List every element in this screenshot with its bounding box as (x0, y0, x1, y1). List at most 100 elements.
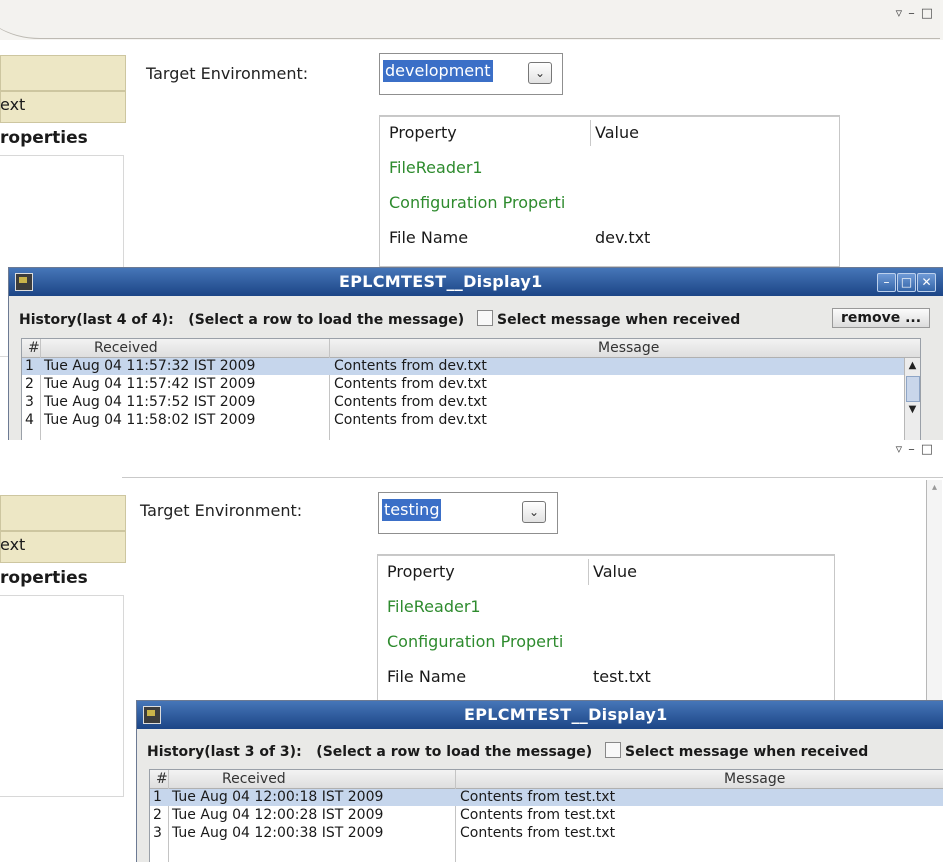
row-received: Tue Aug 04 11:57:52 IST 2009 (44, 394, 256, 410)
row-number: 2 (25, 376, 34, 392)
chevron-down-icon[interactable]: ⌄ (528, 62, 552, 84)
display-window: EPLCMTEST__Display1 – □ ✕ History(last 4… (8, 267, 943, 440)
app-icon (143, 706, 161, 724)
panel-development: ▿–□ ext roperties Target Environment: de… (0, 0, 943, 440)
history-hint: (Select a row to load the message) (188, 312, 465, 328)
target-environment-value: development (383, 60, 493, 82)
header-number: # (28, 340, 40, 356)
minimize-icon[interactable]: – (908, 6, 921, 21)
column-divider (588, 559, 589, 585)
row-received: Tue Aug 04 12:00:38 IST 2009 (172, 825, 384, 841)
history-label: History(last 3 of 3): (147, 744, 302, 760)
window-title: EPLCMTEST__Display1 (464, 705, 668, 724)
minimize-icon[interactable]: – (908, 442, 921, 457)
property-table: Property Value FileReader1 Configuration… (379, 115, 840, 267)
nav-item-text: ext (0, 535, 26, 554)
table-row[interactable]: 1 Tue Aug 04 12:00:18 IST 2009 Contents … (150, 789, 943, 806)
message-table: # Received Message 1 Tue Aug 04 11:57:32… (21, 338, 921, 440)
select-when-received-checkbox[interactable] (477, 310, 494, 326)
row-message: Contents from dev.txt (334, 412, 487, 428)
chevron-down-icon[interactable]: ⌄ (522, 501, 546, 523)
table-row[interactable]: 1 Tue Aug 04 11:57:32 IST 2009 Contents … (22, 358, 920, 375)
divider (122, 477, 943, 478)
message-table: # Received Message 1 Tue Aug 04 12:00:18… (149, 769, 943, 862)
property-cell: File Name (389, 228, 469, 247)
row-message: Contents from dev.txt (334, 358, 487, 374)
history-hint: (Select a row to load the message) (316, 744, 593, 760)
checkbox-label[interactable]: Select message when received (625, 744, 868, 760)
header-property: Property (389, 123, 457, 142)
scroll-down-icon[interactable]: ▼ (905, 404, 920, 415)
window-title-bar[interactable]: EPLCMTEST__Display1 (137, 701, 943, 729)
panel-testing: ▿–□ ▴ ext roperties Target Environment: … (0, 440, 943, 862)
view-menu-icon[interactable]: ▿ (896, 6, 909, 21)
maximize-icon[interactable]: □ (897, 273, 916, 292)
row-number: 1 (25, 358, 34, 374)
value-cell[interactable]: test.txt (593, 660, 651, 694)
table-row[interactable]: 3 Tue Aug 04 11:57:52 IST 2009 Contents … (22, 394, 920, 411)
row-number: 1 (153, 789, 162, 805)
history-bar: History(last 4 of 4): (Select a row to l… (19, 310, 740, 328)
table-row[interactable]: 4 Tue Aug 04 11:58:02 IST 2009 Contents … (22, 412, 920, 429)
vertical-scrollbar[interactable]: ▲ ▼ (904, 358, 920, 440)
row-message: Contents from dev.txt (334, 376, 487, 392)
minimize-icon[interactable]: – (877, 273, 896, 292)
window-title-bar[interactable]: EPLCMTEST__Display1 – □ ✕ (9, 268, 943, 296)
property-cell: FileReader1 (387, 597, 481, 616)
nav-item-properties[interactable]: roperties (0, 568, 88, 588)
row-received: Tue Aug 04 11:57:42 IST 2009 (44, 376, 256, 392)
history-bar: History(last 3 of 3): (Select a row to l… (147, 742, 868, 760)
property-cell: Configuration Properti (387, 632, 564, 651)
column-divider (590, 120, 591, 146)
target-environment-label: Target Environment: (146, 64, 309, 83)
value-cell[interactable]: dev.txt (595, 221, 650, 255)
message-table-header: # Received Message (150, 770, 943, 789)
target-environment-combo[interactable]: testing ⌄ (378, 492, 558, 534)
nav-item-properties[interactable]: roperties (0, 128, 88, 148)
window-title: EPLCMTEST__Display1 (339, 272, 543, 291)
history-label: History(last 4 of 4): (19, 312, 174, 328)
nav-panel-outline (0, 595, 124, 797)
row-number: 3 (153, 825, 162, 841)
header-number: # (156, 771, 168, 787)
nav-block (0, 495, 126, 531)
remove-button[interactable]: remove ... (832, 308, 931, 328)
header-message: Message (724, 771, 786, 787)
header-property: Property (387, 562, 455, 581)
scroll-up-icon[interactable]: ▲ (905, 360, 920, 371)
header-received: Received (94, 340, 158, 356)
nav-block (0, 55, 126, 91)
property-table-header: Property Value (378, 555, 834, 585)
view-menu-icon[interactable]: ▿ (896, 442, 909, 457)
scroll-up-icon[interactable]: ▴ (927, 482, 942, 493)
property-cell: File Name (387, 667, 467, 686)
row-received: Tue Aug 04 12:00:18 IST 2009 (172, 789, 384, 805)
table-row[interactable]: 3 Tue Aug 04 12:00:38 IST 2009 Contents … (150, 825, 943, 842)
property-table: Property Value FileReader1 Configuration… (377, 554, 835, 706)
maximize-icon[interactable]: □ (921, 6, 939, 21)
header-value: Value (595, 123, 639, 142)
tab-curve (0, 0, 940, 39)
header-received: Received (222, 771, 286, 787)
header-message: Message (598, 340, 660, 356)
row-number: 2 (153, 807, 162, 823)
property-cell: Configuration Properti (389, 193, 566, 212)
row-number: 3 (25, 394, 34, 410)
header-value: Value (593, 562, 637, 581)
maximize-icon[interactable]: □ (921, 442, 939, 457)
property-table-header: Property Value (380, 116, 839, 146)
message-table-header: # Received Message (22, 339, 920, 358)
checkbox-label[interactable]: Select message when received (497, 312, 740, 328)
app-icon (15, 273, 33, 291)
scrollbar-thumb[interactable] (906, 376, 920, 402)
row-number: 4 (25, 412, 34, 428)
select-when-received-checkbox[interactable] (605, 742, 622, 758)
table-row[interactable]: 2 Tue Aug 04 11:57:42 IST 2009 Contents … (22, 376, 920, 393)
property-cell: FileReader1 (389, 158, 483, 177)
table-row[interactable]: 2 Tue Aug 04 12:00:28 IST 2009 Contents … (150, 807, 943, 824)
row-message: Contents from test.txt (460, 789, 616, 805)
row-message: Contents from dev.txt (334, 394, 487, 410)
target-environment-combo[interactable]: development ⌄ (379, 53, 563, 95)
row-message: Contents from test.txt (460, 825, 616, 841)
close-icon[interactable]: ✕ (917, 273, 936, 292)
